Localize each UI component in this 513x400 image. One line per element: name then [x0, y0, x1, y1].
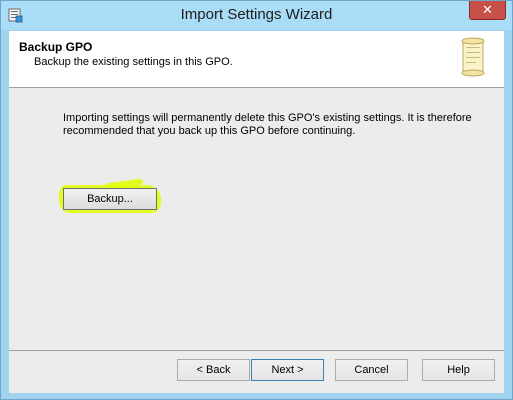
scroll-icon: [461, 37, 485, 77]
help-button[interactable]: Help: [422, 359, 495, 381]
backup-button[interactable]: Backup...: [63, 188, 157, 210]
title-bar[interactable]: Import Settings Wizard ✕: [1, 1, 512, 30]
close-icon: ✕: [482, 2, 493, 17]
warning-description: Importing settings will permanently dele…: [63, 112, 472, 137]
wizard-window: Import Settings Wizard ✕ Backup GPO Back…: [0, 0, 513, 400]
wizard-client-area: Backup GPO Backup the existing settings …: [9, 31, 504, 393]
window-title: Import Settings Wizard: [180, 6, 333, 23]
close-button[interactable]: ✕: [469, 1, 506, 20]
wizard-header: Backup GPO Backup the existing settings …: [9, 31, 504, 88]
footer-separator: [9, 350, 504, 351]
page-subtitle: Backup the existing settings in this GPO…: [34, 56, 233, 68]
back-button[interactable]: < Back: [177, 359, 250, 381]
page-title: Backup GPO: [19, 40, 93, 54]
cancel-button[interactable]: Cancel: [335, 359, 408, 381]
next-button[interactable]: Next >: [251, 359, 324, 381]
